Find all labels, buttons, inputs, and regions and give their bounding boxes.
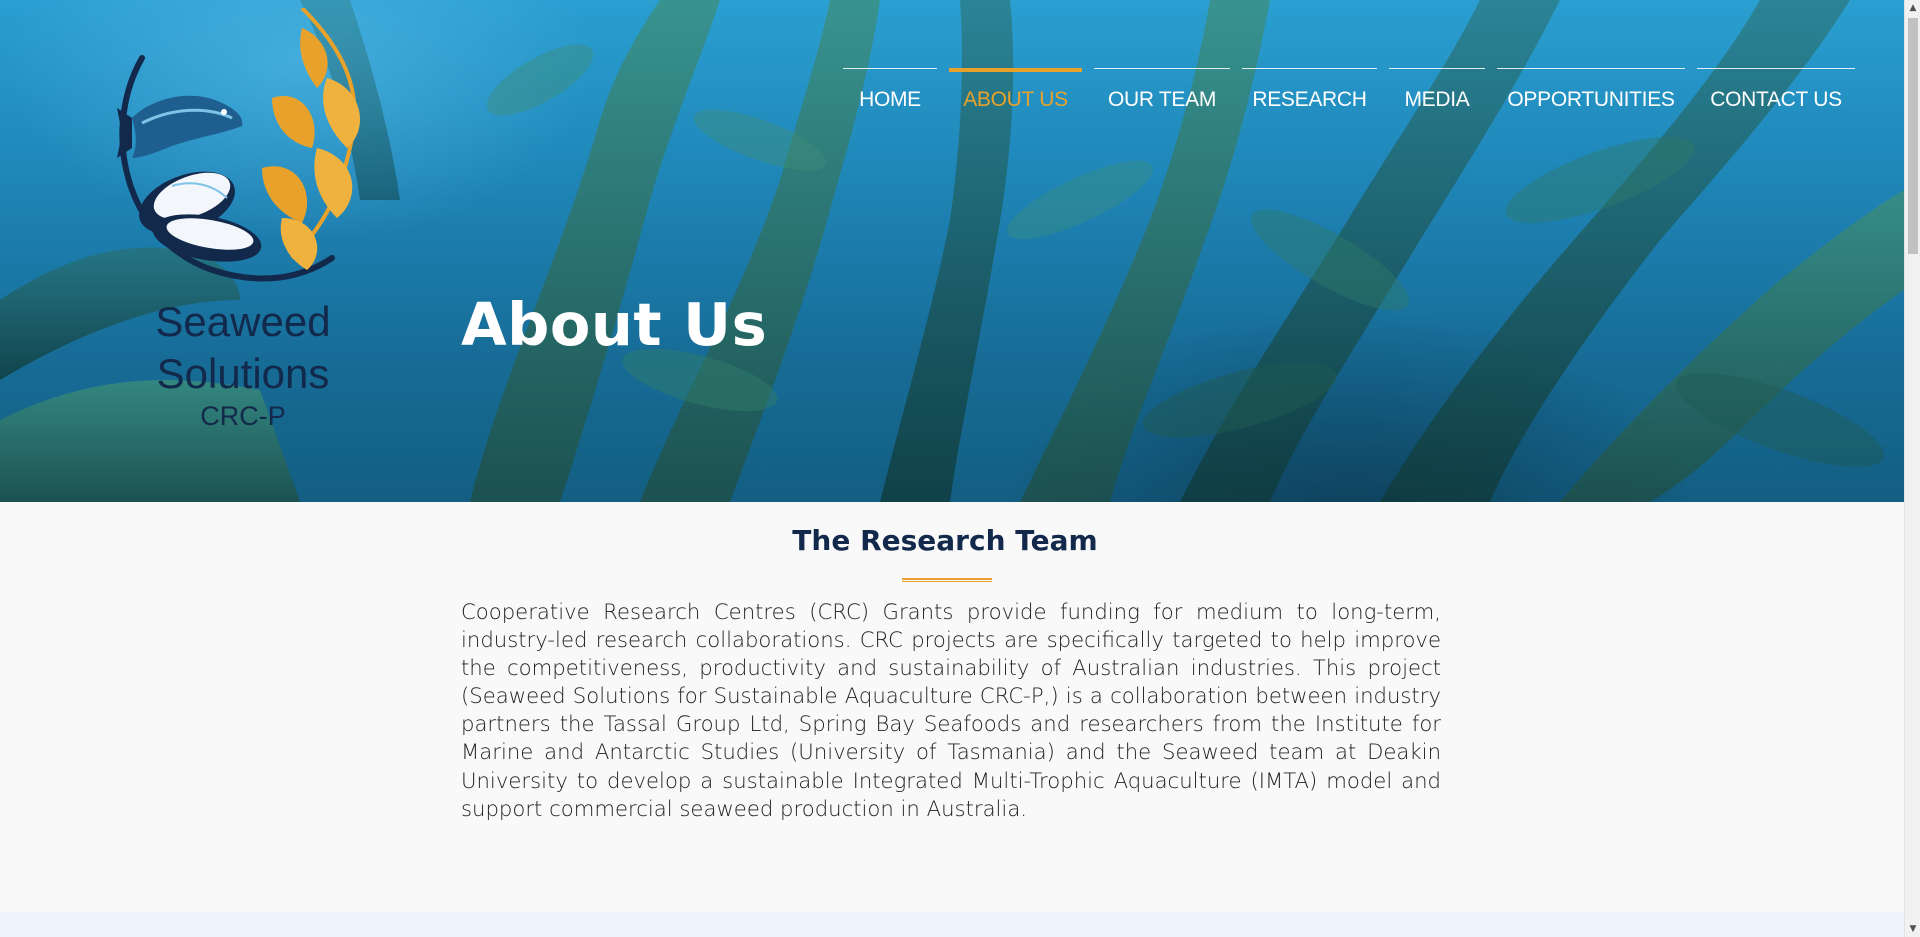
logo-line-3: CRC-P (200, 401, 286, 431)
nav-item-our-team[interactable]: OUR TEAM (1094, 68, 1230, 118)
next-section-band (0, 912, 1904, 937)
nav-item-contact-us[interactable]: CONTACT US (1697, 68, 1855, 118)
logo-line-2: Solutions (156, 350, 330, 397)
nav-item-research[interactable]: RESEARCH (1242, 68, 1377, 118)
nav-item-media[interactable]: MEDIA (1389, 68, 1485, 118)
section-divider (902, 578, 992, 582)
hero-banner: Seaweed Solutions CRC-P HOME ABOUT US OU… (0, 0, 1904, 502)
main-nav: HOME ABOUT US OUR TEAM RESEARCH MEDIA OP… (843, 68, 1855, 118)
scrollbar-thumb[interactable] (1908, 18, 1918, 254)
logo-wordmark: Seaweed Solutions CRC-P (112, 296, 374, 432)
page-scrollbar[interactable]: ▲ ▼ (1904, 0, 1920, 937)
scroll-up-arrow-icon[interactable]: ▲ (1905, 0, 1920, 16)
page-title: About Us (461, 290, 768, 359)
scroll-down-arrow-icon[interactable]: ▼ (1905, 921, 1920, 937)
nav-item-opportunities[interactable]: OPPORTUNITIES (1497, 68, 1685, 118)
section-body-text: Cooperative Research Centres (CRC) Grant… (461, 599, 1441, 821)
nav-item-about-us[interactable]: ABOUT US (949, 68, 1082, 118)
logo-line-1: Seaweed (155, 298, 331, 345)
section-title: The Research Team (792, 524, 1098, 557)
logo-emblem-icon (117, 6, 361, 282)
nav-item-home[interactable]: HOME (843, 68, 937, 118)
site-logo[interactable]: Seaweed Solutions CRC-P (112, 6, 374, 431)
